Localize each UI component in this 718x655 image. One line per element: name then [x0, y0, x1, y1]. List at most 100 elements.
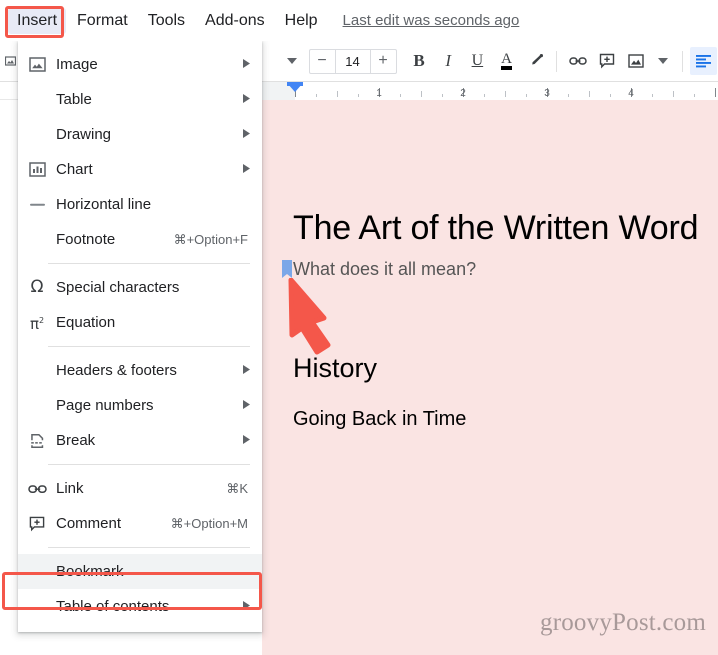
equation-icon: π2: [29, 315, 45, 333]
insert-menu-dropdown[interactable]: Image Table Drawing Chart Horizontal line Foo…: [18, 41, 262, 632]
document-paragraph-text: Going Back in Time: [293, 408, 467, 430]
ruler-tick: [421, 91, 422, 97]
menu-item-break[interactable]: Break: [18, 423, 262, 458]
break-icon: [18, 433, 56, 449]
horizontal-line-icon: [18, 197, 56, 212]
underline-button[interactable]: U: [464, 47, 491, 75]
ruler-tick: [715, 88, 716, 97]
menu-item-label: Headers & footers: [56, 362, 177, 379]
menu-item-bookmark[interactable]: Bookmark: [18, 554, 262, 589]
text-color-button[interactable]: A: [493, 47, 520, 75]
menu-bar: Insert Format Tools Add-ons Help Last edit wa…: [0, 0, 718, 41]
menu-item-table[interactable]: Table: [18, 82, 262, 117]
menubar-item-format[interactable]: Format: [68, 8, 137, 34]
ruler-tick: [337, 91, 338, 97]
font-size-decrease-button[interactable]: −: [310, 49, 336, 73]
menu-item-label: Table: [56, 91, 92, 108]
menubar-item-insert[interactable]: Insert: [8, 7, 67, 34]
add-comment-icon[interactable]: [593, 47, 620, 75]
menu-item-label: Footnote: [56, 231, 116, 248]
ruler-number: 4: [628, 88, 634, 99]
menu-item-drawing[interactable]: Drawing: [18, 117, 262, 152]
ruler-tick: [358, 94, 359, 97]
menu-item-chart[interactable]: Chart: [18, 152, 262, 187]
menu-item-table-of-contents[interactable]: Table of contents: [18, 589, 262, 624]
font-size-increase-button[interactable]: +: [369, 49, 396, 73]
menu-item-label: Page numbers: [56, 397, 154, 414]
ruler-tick: [568, 94, 569, 97]
submenu-chevron-right-icon: [234, 94, 250, 105]
menu-separator: [48, 263, 250, 264]
submenu-chevron-right-icon: [234, 164, 250, 175]
toolbar-divider: [556, 50, 558, 72]
menu-item-label: Chart: [56, 161, 93, 178]
document-canvas[interactable]: The Art of the Written Word What does it…: [262, 100, 718, 655]
menu-item-label: Equation: [56, 314, 116, 331]
menu-item-comment[interactable]: Comment ⌘+Option+M: [18, 506, 262, 541]
chart-icon: [18, 162, 56, 177]
menu-item-shortcut: ⌘+Option+M: [170, 515, 248, 531]
ruler-number: 1: [376, 88, 382, 99]
menubar-item-help[interactable]: Help: [276, 8, 327, 34]
menu-item-label: Table of contents: [56, 598, 170, 615]
menu-item-page-numbers[interactable]: Page numbers: [18, 388, 262, 423]
document-subtitle-text: What does it all mean?: [293, 259, 477, 279]
omega-icon: Ω: [30, 277, 44, 297]
image-icon: [18, 57, 56, 72]
font-size-stepper[interactable]: − 14 +: [308, 48, 397, 74]
last-edit-status[interactable]: Last edit was seconds ago: [343, 12, 520, 29]
menu-item-label: Image: [56, 56, 98, 73]
submenu-chevron-right-icon: [234, 59, 250, 70]
document-title-text: The Art of the Written Word: [293, 209, 699, 247]
ruler-tick: [589, 91, 590, 97]
menu-item-label: Special characters: [56, 279, 180, 296]
submenu-chevron-right-icon: [234, 129, 250, 140]
link-icon: [18, 482, 56, 496]
insert-image-icon[interactable]: [622, 47, 649, 75]
font-dropdown-caret[interactable]: [279, 57, 304, 65]
menu-item-special-characters[interactable]: Ω Special characters: [18, 270, 262, 305]
ruler-track[interactable]: 1 2 3 4: [262, 82, 718, 100]
ruler-tick: [505, 91, 506, 97]
menu-item-label: Break: [56, 432, 96, 449]
bold-button[interactable]: B: [406, 47, 433, 75]
menu-item-headers-footers[interactable]: Headers & footers: [18, 353, 262, 388]
image-dropdown-caret[interactable]: [651, 57, 676, 65]
menubar-item-tools[interactable]: Tools: [139, 8, 194, 34]
submenu-chevron-right-icon: [234, 400, 250, 411]
watermark-label: groovyPost.com: [540, 609, 706, 636]
submenu-chevron-right-icon: [234, 435, 250, 446]
ruler-number: 2: [460, 88, 466, 99]
menu-item-shortcut: ⌘K: [226, 480, 248, 496]
ruler-tick: [400, 94, 401, 97]
menu-item-image[interactable]: Image: [18, 47, 262, 82]
font-size-value[interactable]: 14: [336, 54, 370, 69]
insert-link-icon[interactable]: [564, 47, 591, 75]
menu-item-horizontal-line[interactable]: Horizontal line: [18, 187, 262, 222]
highlight-pen-icon[interactable]: [522, 47, 549, 75]
menu-item-link[interactable]: Link ⌘K: [18, 471, 262, 506]
menu-separator: [48, 346, 250, 347]
ruler-number: 3: [544, 88, 550, 99]
menu-item-equation[interactable]: π2 Equation: [18, 305, 262, 340]
document-heading-text: History: [293, 353, 378, 383]
menu-item-footnote[interactable]: Footnote ⌘+Option+F: [18, 222, 262, 257]
toolbar-divider-2: [681, 50, 683, 72]
align-left-icon[interactable]: [689, 47, 717, 75]
ruler-tick: [526, 94, 527, 97]
submenu-chevron-right-icon: [234, 365, 250, 376]
ruler-active-span: [295, 82, 718, 100]
menu-item-label: Drawing: [56, 126, 112, 143]
ruler-indent-marker-icon[interactable]: [287, 83, 303, 92]
bookmark-marker-icon: [282, 260, 292, 278]
google-docs-window: − 14 + B I U A 1 2 3 4 The Art of the Wr…: [0, 0, 718, 655]
italic-button[interactable]: I: [435, 47, 462, 75]
text-color-letter: A: [501, 52, 512, 70]
menu-item-label: Horizontal line: [56, 196, 152, 213]
ruler-tick: [610, 94, 611, 97]
ruler-tick: [652, 94, 653, 97]
menu-item-shortcut: ⌘+Option+F: [173, 231, 248, 247]
menu-separator: [48, 464, 250, 465]
menu-item-label: Link: [56, 480, 84, 497]
menubar-item-add-ons[interactable]: Add-ons: [196, 8, 274, 34]
